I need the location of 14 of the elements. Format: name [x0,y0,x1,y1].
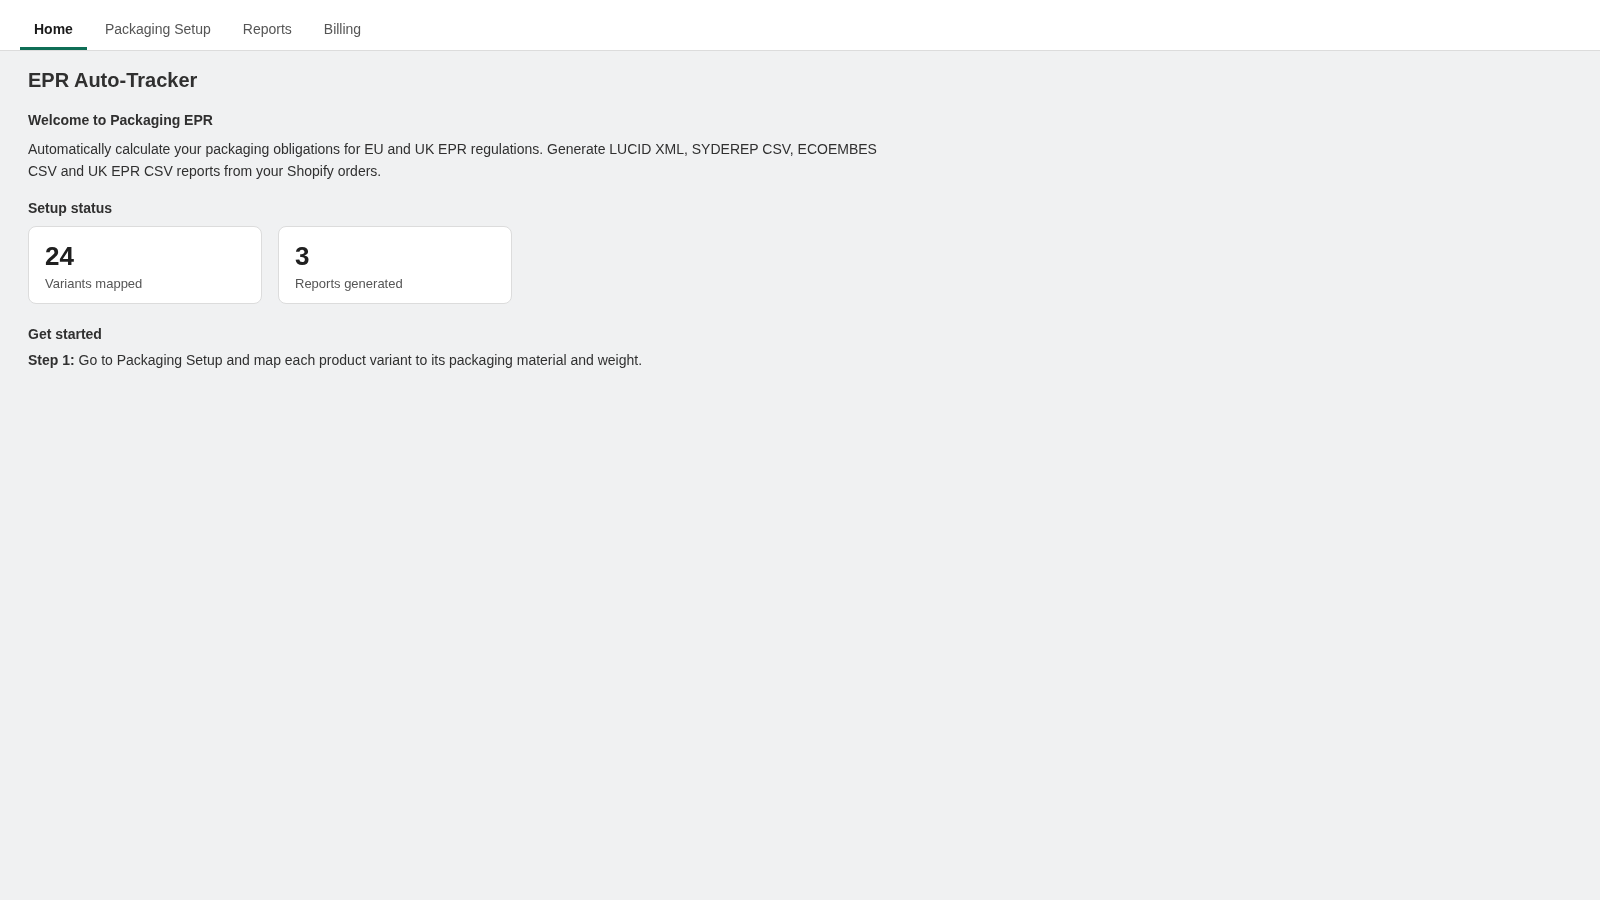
section-heading: Setup status [28,200,113,216]
stat-label: Variants mapped [45,276,144,291]
step-text: Step 1: Go to Packaging Setup and map each product variant to its packaging material and weight. [28,352,644,368]
stat-label: Reports generated [295,276,404,291]
section-heading: Get started [28,326,103,342]
description-text: Automatically calculate your packaging obligations for EU and UK EPR regulations. Generate LUCID XML, SYDEREP CSV, ECOEMBES CSV and UK EPR CSV reports from your Shopify orders. [28,140,878,181]
tab[interactable]: Billing [309,21,376,50]
tab[interactable]: Reports [228,21,306,50]
tab[interactable]: Packaging Setup [90,21,225,50]
stat-value: 24 [45,241,75,272]
page-title: EPR Auto-Tracker [28,69,199,92]
stat-value: 3 [295,241,311,272]
tab[interactable]: Home [20,21,87,50]
section-heading: Welcome to Packaging EPR [28,112,214,128]
